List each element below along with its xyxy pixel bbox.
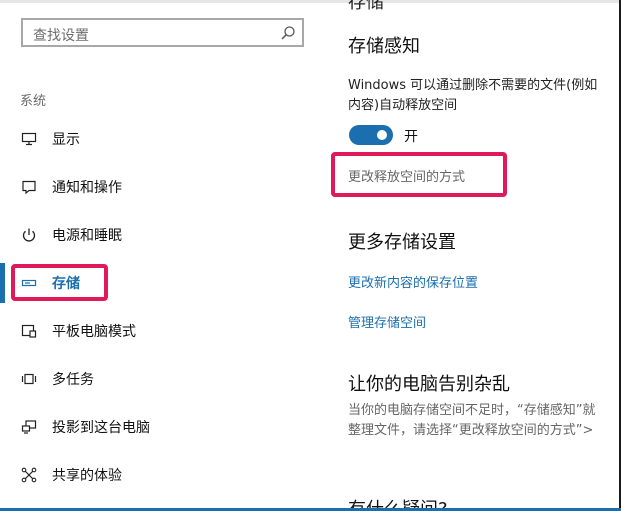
highlight-annotation-change-link bbox=[331, 152, 507, 197]
manage-storage-spaces-link[interactable]: 管理存储空间 bbox=[348, 312, 426, 331]
sidebar-item-label: 共享的体验 bbox=[52, 468, 122, 484]
declutter-title: 让你的电脑告别杂乱 bbox=[348, 374, 510, 395]
page-title: 存储 bbox=[348, 0, 384, 13]
sidebar-item-label: 电源和睡眠 bbox=[52, 228, 122, 244]
toggle-knob bbox=[377, 130, 387, 140]
sidebar-item-project[interactable]: 投影到这台电脑 bbox=[0, 407, 330, 447]
sidebar-item-label: 投影到这台电脑 bbox=[52, 420, 150, 436]
sidebar-item-notifications[interactable]: 通知和操作 bbox=[0, 167, 330, 207]
sidebar-item-label: 显示 bbox=[52, 132, 80, 148]
tablet-mode-icon bbox=[20, 322, 38, 340]
sidebar-item-label: 平板电脑模式 bbox=[52, 324, 136, 340]
toggle-state-label: 开 bbox=[404, 129, 418, 145]
highlight-annotation-storage bbox=[11, 264, 108, 301]
sidebar-item-power[interactable]: 电源和睡眠 bbox=[0, 215, 330, 255]
sidebar-item-display[interactable]: 显示 bbox=[0, 119, 330, 159]
change-save-location-link[interactable]: 更改新内容的保存位置 bbox=[348, 272, 478, 291]
sidebar-item-tablet-mode[interactable]: 平板电脑模式 bbox=[0, 311, 330, 351]
sidebar-item-shared-experience[interactable]: 共享的体验 bbox=[0, 455, 330, 495]
sidebar: 查找设置 系统 显示 通知和操作 电源和睡眠 存储 平板电脑模式 多任务 投影到… bbox=[0, 0, 330, 511]
sidebar-item-multitasking[interactable]: 多任务 bbox=[0, 359, 330, 399]
declutter-desc-line1: 当你的电脑存储空间不足时，“存储感知”就 bbox=[348, 403, 596, 418]
monitor-icon bbox=[20, 130, 38, 148]
section-label-system: 系统 bbox=[20, 94, 47, 109]
declutter-desc-line2: 整理文件，请选择“更改释放空间的方式”> bbox=[348, 423, 594, 438]
power-icon bbox=[20, 226, 38, 244]
search-placeholder: 查找设置 bbox=[33, 28, 89, 44]
storage-sense-toggle[interactable] bbox=[349, 125, 393, 145]
search-icon[interactable] bbox=[280, 25, 296, 41]
sidebar-item-label: 通知和操作 bbox=[52, 180, 122, 196]
storage-sense-title: 存储感知 bbox=[348, 36, 420, 57]
sidebar-item-label: 多任务 bbox=[52, 372, 94, 388]
project-icon bbox=[20, 418, 38, 436]
search-input[interactable]: 查找设置 bbox=[21, 18, 304, 47]
storage-sense-desc-line2: 内容)自动释放空间 bbox=[348, 98, 458, 113]
main-content: 存储 存储感知 Windows 可以通过删除不需要的文件(例如 内容)自动释放空… bbox=[330, 0, 621, 511]
storage-sense-desc-line1: Windows 可以通过删除不需要的文件(例如 bbox=[348, 78, 598, 93]
notification-icon bbox=[20, 178, 38, 196]
more-storage-settings-title: 更多存储设置 bbox=[348, 232, 456, 253]
shared-experience-icon bbox=[20, 466, 38, 484]
multitasking-icon bbox=[20, 370, 38, 388]
